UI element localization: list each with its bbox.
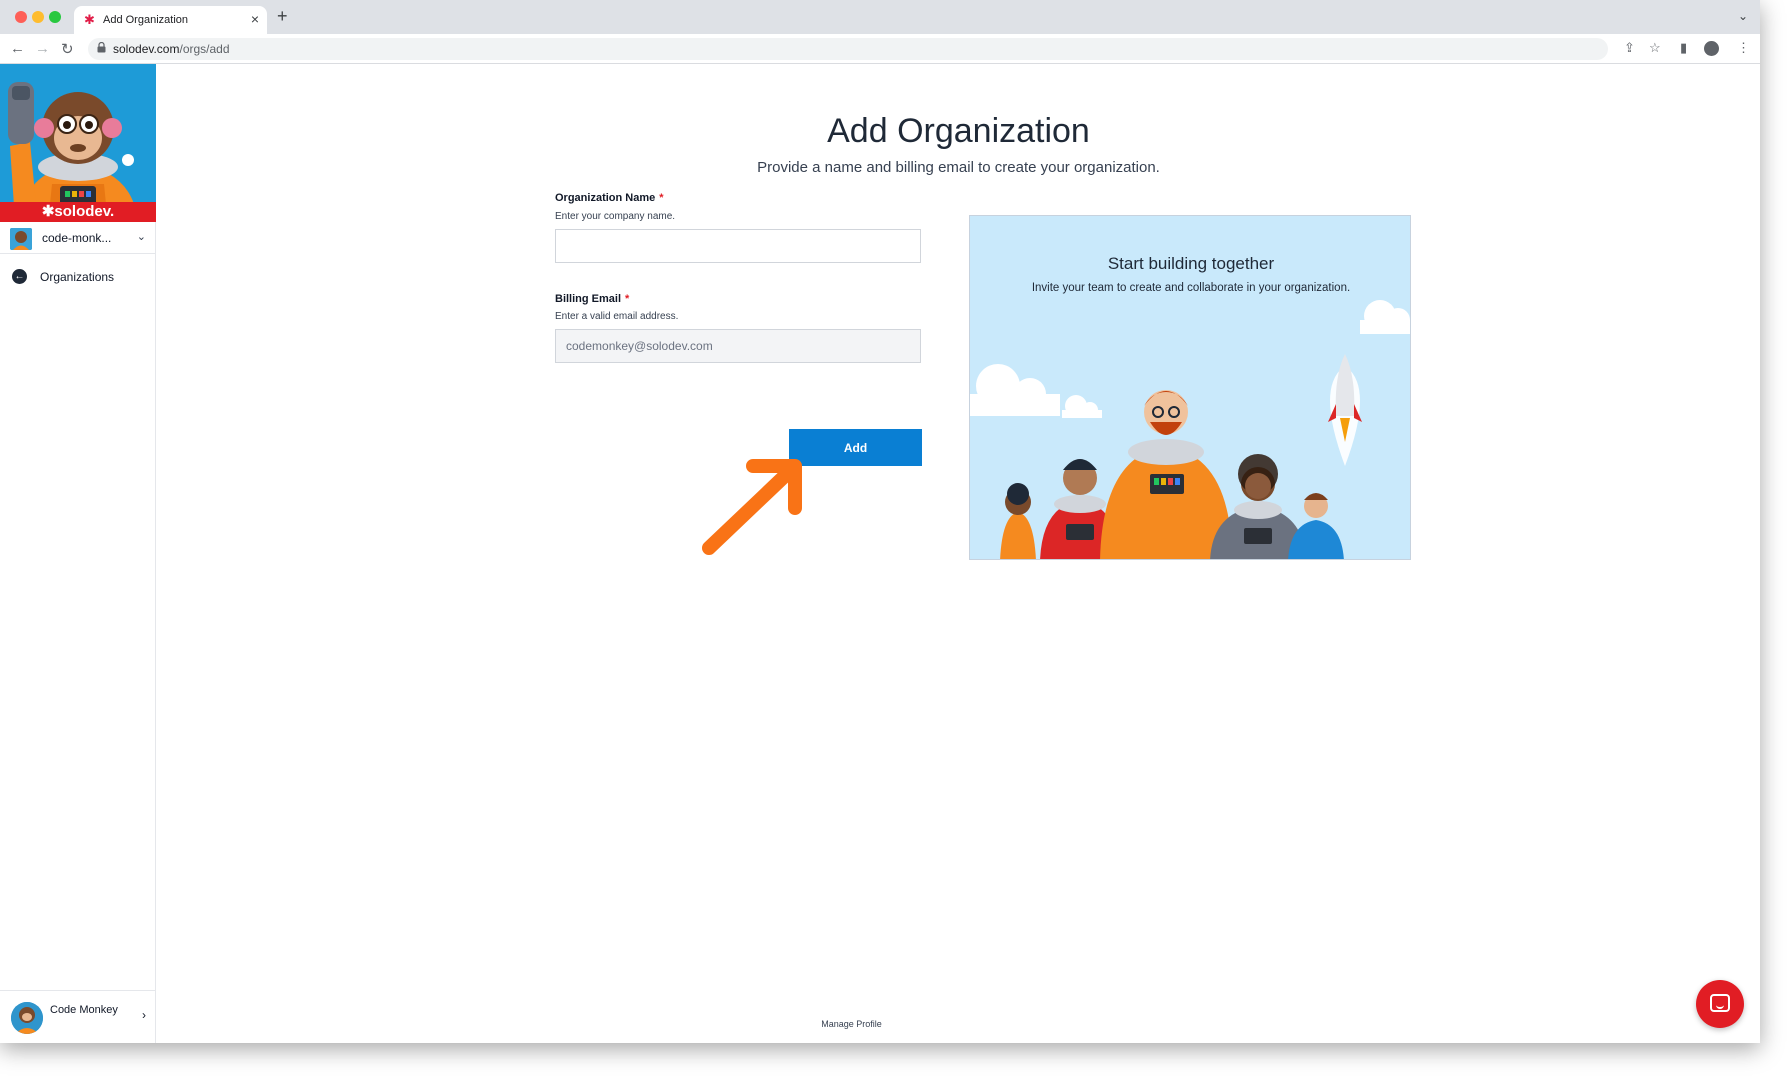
billing-email-label: Billing Email * [555, 293, 629, 305]
new-tab-icon[interactable]: + [277, 6, 288, 27]
solodev-favicon-icon: ✱ [84, 12, 95, 27]
url-host: solodev.com [113, 42, 180, 56]
forward-icon[interactable]: → [35, 40, 50, 57]
main-content: Add Organization Provide a name and bill… [157, 64, 1760, 1043]
profile-name: Code Monkey [50, 1004, 118, 1016]
url-text: solodev.com/orgs/add [113, 42, 230, 56]
profile-avatar-icon[interactable] [1704, 41, 1719, 56]
page-title: Add Organization [827, 112, 1090, 150]
avatar [11, 1002, 43, 1034]
minimize-window-button[interactable] [32, 11, 44, 23]
solodev-logo: ✱solodev. [0, 202, 156, 222]
sidebar: ✱solodev. code-monk... ⌄ ← Organizations… [0, 64, 882, 1043]
chat-icon [1710, 994, 1730, 1012]
share-icon[interactable]: ⇪ [1624, 40, 1635, 56]
browser-menu-icon[interactable]: ⋮ [1737, 40, 1750, 56]
org-name-input[interactable] [555, 229, 921, 263]
org-selector-label: code-monk... [42, 231, 112, 245]
chevron-right-icon: › [142, 1008, 146, 1022]
org-avatar [10, 228, 32, 250]
annotation-arrow-icon [702, 459, 802, 555]
required-marker: * [659, 192, 664, 204]
promo-card: Start building together Invite your team… [969, 215, 1411, 560]
chat-launcher-button[interactable] [1696, 980, 1744, 1028]
maximize-window-button[interactable] [49, 11, 61, 23]
tab-title: Add Organization [103, 14, 188, 26]
tab-search-chevron-icon[interactable]: ⌄ [1738, 9, 1748, 23]
org-name-label: Organization Name * [555, 192, 664, 204]
sidebar-item-organizations[interactable]: ← Organizations [0, 264, 156, 290]
close-tab-icon[interactable]: × [251, 11, 259, 27]
sidebar-item-label: Organizations [40, 270, 115, 284]
org-name-label-text: Organization Name [555, 192, 656, 204]
browser-toolbar: ← → ↻ solodev.com/orgs/add ⇪ ☆ ▮ ⋮ [0, 34, 1760, 64]
browser-tab[interactable]: ✱ Add Organization × [74, 6, 267, 34]
arrow-left-circle-icon: ← [12, 269, 27, 284]
org-name-help: Enter your company name. [555, 211, 676, 222]
org-selector[interactable]: code-monk... ⌄ [0, 222, 156, 254]
required-marker: * [625, 293, 630, 305]
bookmark-star-icon[interactable]: ☆ [1649, 40, 1661, 56]
promo-title: Start building together [1107, 254, 1275, 273]
profile-menu[interactable]: Code Monkey Manage Profile › [0, 990, 882, 1043]
monkey-astronaut-illustration [0, 64, 156, 222]
reload-icon[interactable]: ↻ [61, 40, 74, 58]
lock-icon [97, 42, 106, 53]
billing-email-help: Enter a valid email address. [555, 311, 679, 322]
promo-text: Invite your team to create and collabora… [1031, 282, 1351, 294]
back-icon[interactable]: ← [10, 40, 25, 57]
billing-email-input[interactable] [555, 329, 921, 363]
billing-email-label-text: Billing Email [555, 293, 622, 305]
close-window-button[interactable] [15, 11, 27, 23]
brand-text: solodev. [54, 203, 115, 220]
url-path: /orgs/add [179, 42, 230, 56]
address-bar[interactable]: solodev.com/orgs/add [88, 38, 1608, 60]
solodev-mascot-banner: ✱solodev. [0, 64, 156, 222]
tab-bar: ✱ Add Organization × + ⌄ [0, 0, 1760, 34]
page-subtitle: Provide a name and billing email to crea… [757, 159, 1160, 176]
chevron-down-icon: ⌄ [136, 231, 146, 243]
side-panel-icon[interactable]: ▮ [1680, 40, 1687, 56]
browser-window: ✱ Add Organization × + ⌄ ← → ↻ solodev.c… [0, 0, 1760, 1043]
